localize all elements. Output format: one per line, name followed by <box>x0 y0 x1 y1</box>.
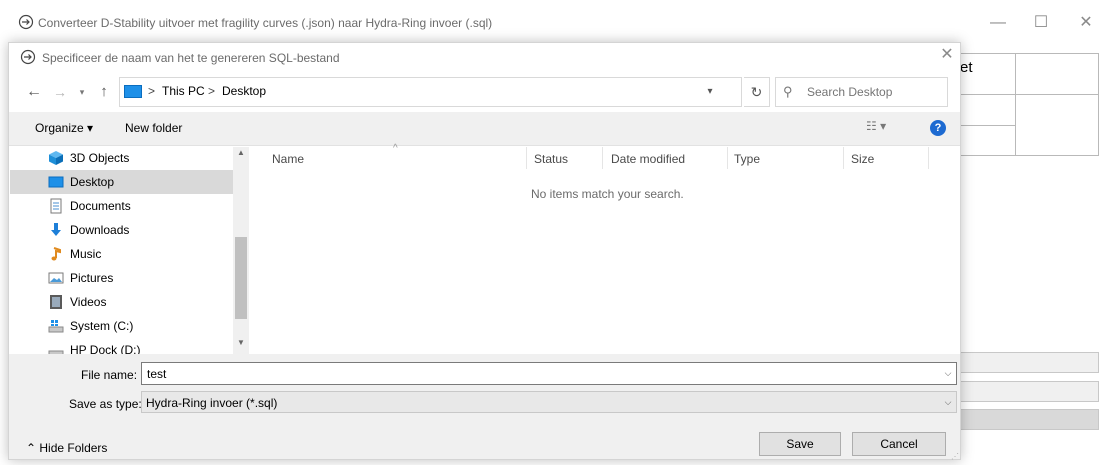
new-folder-button[interactable]: New folder <box>125 121 182 135</box>
column-header-type[interactable]: Type <box>734 152 760 166</box>
nav-item-label: Downloads <box>70 223 130 237</box>
nav-item-pictures[interactable]: Pictures <box>10 266 233 290</box>
desktop-icon <box>48 176 64 188</box>
file-name-label: File name: <box>81 368 138 382</box>
save-as-type-value[interactable]: Hydra-Ring invoer (*.sql) <box>146 396 277 410</box>
hide-folders-button[interactable]: ⌃ Hide Folders <box>26 441 107 455</box>
search-input[interactable] <box>797 79 942 105</box>
column-divider[interactable] <box>526 147 527 169</box>
search-icon: ⚲ <box>783 84 793 99</box>
nav-item-label: Documents <box>70 199 131 213</box>
nav-item-3d-objects[interactable]: 3D Objects <box>10 146 233 170</box>
save-button[interactable]: Save <box>759 432 841 456</box>
nav-item-documents[interactable]: Documents <box>10 194 233 218</box>
file-name-dropdown-chevron-icon[interactable]: ⌵ <box>940 364 956 383</box>
dialog-title: Specificeer de naam van het te genereren… <box>42 51 340 65</box>
background-table-header <box>1016 53 1099 95</box>
forward-arrow-icon[interactable]: → <box>50 82 70 102</box>
app-icon <box>18 14 34 30</box>
this-pc-icon <box>124 85 142 98</box>
main-window-title: Converteer D-Stability uitvoer met fragi… <box>38 16 493 30</box>
column-header-status[interactable]: Status <box>534 152 568 166</box>
file-list[interactable] <box>251 147 960 354</box>
breadcrumb-separator[interactable]: > <box>208 84 215 98</box>
up-arrow-icon[interactable]: ↑ <box>94 82 114 102</box>
nav-item-label: 3D Objects <box>70 151 130 165</box>
change-view-icon[interactable]: ☷ ▾ <box>866 119 886 133</box>
empty-folder-message: No items match your search. <box>531 187 684 201</box>
address-dropdown-chevron-icon[interactable]: ▾ <box>700 82 720 102</box>
close-window-button[interactable]: ✕ <box>1063 8 1109 38</box>
back-arrow-icon[interactable]: ← <box>24 82 44 102</box>
chevron-up-icon: ⌃ <box>26 441 40 455</box>
nav-item-hp-dock-d[interactable]: HP Dock (D:) <box>10 338 233 354</box>
nav-item-label: Pictures <box>70 271 114 285</box>
organize-button[interactable]: Organize ▾ <box>35 121 93 135</box>
nav-item-system-c[interactable]: System (C:) <box>10 314 233 338</box>
breadcrumb-desktop[interactable]: Desktop <box>222 84 266 98</box>
column-divider[interactable] <box>843 147 844 169</box>
scroll-up-chevron-icon[interactable]: ▲ <box>233 148 249 162</box>
nav-item-label: Desktop <box>70 175 115 189</box>
nav-item-downloads[interactable]: Downloads <box>10 218 233 242</box>
column-header-date-modified[interactable]: Date modified <box>611 152 685 166</box>
save-as-type-label: Save as type: <box>69 397 142 411</box>
videos-icon <box>50 295 62 309</box>
column-header-size[interactable]: Size <box>851 152 874 166</box>
column-divider[interactable] <box>928 147 929 169</box>
refresh-icon[interactable]: ↻ <box>744 77 770 107</box>
resize-grip-icon[interactable]: ⋰ <box>951 452 959 461</box>
nav-item-label: HP Dock (D:) <box>70 343 141 354</box>
recent-locations-chevron-icon[interactable]: ▾ <box>74 82 90 102</box>
column-divider[interactable] <box>727 147 728 169</box>
drive-icon <box>48 320 64 333</box>
nav-scrollbar-thumb[interactable] <box>235 237 247 319</box>
background-field <box>958 409 1099 430</box>
background-field <box>958 381 1099 402</box>
nav-item-videos[interactable]: Videos <box>10 290 233 314</box>
help-icon[interactable]: ? <box>930 120 946 136</box>
background-table-header: et <box>958 53 1016 95</box>
nav-item-desktop[interactable]: Desktop <box>10 170 233 194</box>
background-field <box>958 352 1099 373</box>
file-name-input[interactable] <box>143 364 933 383</box>
maximize-button[interactable]: ☐ <box>1018 8 1064 38</box>
nav-item-label: System (C:) <box>70 319 134 333</box>
dialog-app-icon <box>20 49 36 65</box>
nav-item-label: Videos <box>70 295 107 309</box>
scroll-down-chevron-icon[interactable]: ▼ <box>233 338 249 352</box>
cancel-button[interactable]: Cancel <box>852 432 946 456</box>
sort-ascending-icon: ^ <box>393 143 398 154</box>
save-as-type-dropdown-chevron-icon[interactable]: ⌵ <box>940 393 956 411</box>
drive-icon <box>48 350 64 354</box>
3d-objects-icon <box>49 151 63 165</box>
breadcrumb-this-pc[interactable]: This PC <box>162 84 205 98</box>
nav-item-label: Music <box>70 247 102 261</box>
downloads-icon <box>51 223 61 236</box>
minimize-button[interactable]: — <box>975 8 1021 38</box>
background-table-cell <box>958 126 1016 156</box>
background-table-cell <box>958 95 1016 126</box>
pictures-icon <box>48 272 64 284</box>
column-divider[interactable] <box>602 147 603 169</box>
dialog-close-icon[interactable]: ✕ <box>936 44 958 66</box>
hide-folders-label: Hide Folders <box>39 441 108 455</box>
column-header-name[interactable]: Name <box>272 152 304 166</box>
documents-icon <box>50 198 62 214</box>
nav-item-music[interactable]: Music <box>10 242 233 266</box>
music-icon <box>51 247 61 261</box>
breadcrumb-separator[interactable]: > <box>148 84 155 98</box>
